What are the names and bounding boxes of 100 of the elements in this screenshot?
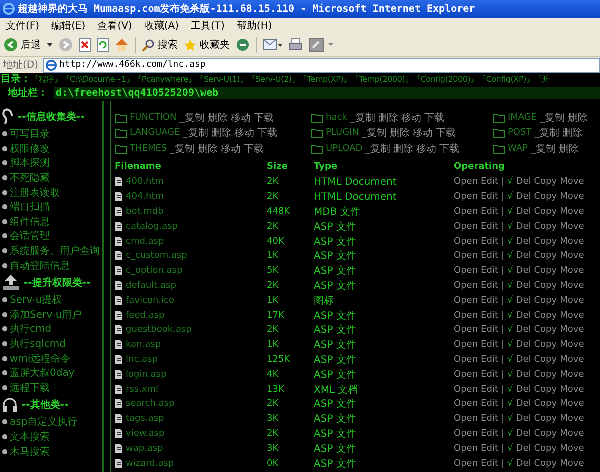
folder-action-link[interactable]: 删除: [390, 126, 410, 140]
folder-action-link[interactable]: 移动: [234, 126, 254, 140]
operation-link[interactable]: Move: [560, 251, 584, 262]
file-name-link[interactable]: cmd.asp: [126, 236, 164, 247]
home-icon[interactable]: [115, 38, 129, 52]
folder-action-link[interactable]: 删除: [559, 142, 579, 156]
operation-link[interactable]: Del: [516, 399, 532, 410]
print-icon[interactable]: [289, 38, 303, 52]
folder-link[interactable]: PLUGIN: [326, 128, 359, 138]
sidebar-link[interactable]: 系统服务、用户查询: [10, 244, 100, 258]
select-link[interactable]: √: [508, 280, 514, 291]
operation-link[interactable]: Move: [560, 325, 584, 336]
select-link[interactable]: √: [508, 310, 514, 321]
folder-action-link[interactable]: 删除: [562, 126, 583, 140]
operation-link[interactable]: Move: [560, 296, 584, 306]
folder-action-link[interactable]: 删除: [211, 126, 232, 140]
operation-link[interactable]: Edit: [481, 458, 498, 469]
operation-link[interactable]: Open: [454, 325, 478, 336]
directory-link[interactable]: 『Config(XP)』: [478, 74, 534, 84]
operation-link[interactable]: Open: [454, 354, 478, 365]
sidebar-link[interactable]: 自动登陆信息: [10, 258, 70, 273]
menu-item[interactable]: 文件(F): [6, 19, 40, 33]
operation-link[interactable]: Move: [560, 177, 584, 188]
operation-link[interactable]: Open: [454, 280, 478, 291]
folder-action-link[interactable]: _复制: [534, 126, 560, 140]
folder-action-link[interactable]: _复制: [540, 110, 566, 124]
select-link[interactable]: √: [508, 266, 514, 276]
operation-link[interactable]: Move: [560, 192, 584, 202]
folder-action-link[interactable]: 移动: [412, 126, 433, 140]
select-link[interactable]: √: [508, 428, 514, 439]
select-link[interactable]: √: [508, 444, 514, 454]
operation-link[interactable]: Edit: [481, 414, 498, 424]
sidebar-link[interactable]: wmi远程命令: [10, 352, 71, 366]
operation-link[interactable]: Open: [454, 384, 478, 395]
operation-link[interactable]: Move: [560, 280, 584, 291]
menu-item[interactable]: 收藏(A): [144, 19, 179, 33]
sidebar-link[interactable]: 端口扫描: [10, 200, 50, 214]
operation-link[interactable]: Del: [516, 236, 532, 247]
sidebar-link[interactable]: 添加Serv-u用户: [10, 308, 82, 322]
stop-icon[interactable]: [79, 38, 91, 52]
operation-link[interactable]: Edit: [481, 399, 498, 410]
select-link[interactable]: √: [508, 177, 514, 188]
sidebar-link[interactable]: 脚本探测: [10, 156, 50, 170]
operation-link[interactable]: Del: [516, 444, 532, 454]
folder-action-link[interactable]: 删除: [568, 110, 588, 124]
folder-action-link[interactable]: _复制: [366, 142, 391, 156]
operation-link[interactable]: Move: [560, 340, 584, 350]
operation-link[interactable]: Open: [454, 444, 478, 454]
folder-action-link[interactable]: _复制: [350, 110, 376, 124]
sidebar-link[interactable]: 远程下载: [10, 380, 50, 395]
operation-link[interactable]: Move: [560, 414, 584, 424]
favorites-button[interactable]: 收藏夹: [184, 38, 230, 52]
operation-link[interactable]: Edit: [481, 177, 498, 188]
operation-link[interactable]: Move: [560, 444, 584, 454]
select-link[interactable]: √: [508, 296, 514, 306]
operation-link[interactable]: Open: [454, 458, 478, 469]
operation-link[interactable]: Del: [516, 340, 532, 350]
operation-link[interactable]: Del: [516, 325, 532, 336]
operation-link[interactable]: Copy: [534, 266, 558, 276]
operation-link[interactable]: Open: [454, 310, 478, 321]
operation-link[interactable]: Copy: [534, 399, 558, 410]
operation-link[interactable]: Del: [516, 206, 532, 217]
file-name-link[interactable]: favicon.ico: [126, 296, 174, 306]
folder-link[interactable]: IMAGE: [508, 112, 538, 122]
operation-link[interactable]: Move: [560, 354, 584, 365]
operation-link[interactable]: Del: [516, 310, 532, 321]
folder-link[interactable]: hack: [326, 112, 348, 122]
select-link[interactable]: √: [508, 206, 514, 217]
operation-link[interactable]: Copy: [534, 296, 558, 306]
menu-item[interactable]: 工具(T): [191, 19, 225, 33]
select-link[interactable]: √: [508, 399, 514, 410]
operation-link[interactable]: Edit: [481, 370, 498, 380]
operation-link[interactable]: Del: [516, 222, 532, 232]
select-link[interactable]: √: [508, 325, 514, 336]
operation-link[interactable]: Edit: [481, 236, 498, 247]
select-link[interactable]: √: [508, 384, 514, 395]
folder-action-link[interactable]: 移动: [401, 110, 422, 124]
operation-link[interactable]: Edit: [481, 428, 498, 439]
sidebar-link[interactable]: 不死隐藏: [10, 171, 50, 186]
operation-link[interactable]: Copy: [534, 236, 558, 247]
operation-link[interactable]: Copy: [534, 325, 558, 336]
directory-link[interactable]: 『Pcanywhere』: [134, 74, 196, 84]
operation-link[interactable]: Copy: [534, 444, 558, 454]
back-button[interactable]: 后退: [4, 38, 41, 52]
menu-item[interactable]: 查看(V): [98, 19, 132, 33]
operation-link[interactable]: Edit: [481, 192, 498, 202]
operation-link[interactable]: Del: [516, 296, 532, 306]
operation-link[interactable]: Copy: [534, 251, 558, 262]
operation-link[interactable]: Del: [516, 370, 532, 380]
operation-link[interactable]: Del: [516, 458, 532, 469]
operation-link[interactable]: Edit: [481, 251, 498, 262]
file-name-link[interactable]: c_custom.asp: [126, 251, 188, 262]
edit-icon[interactable]: [309, 38, 335, 52]
folder-link[interactable]: WAP: [508, 144, 528, 154]
operation-link[interactable]: Del: [516, 192, 532, 202]
operation-link[interactable]: Edit: [481, 266, 498, 276]
operation-link[interactable]: Copy: [534, 354, 558, 365]
sidebar-link[interactable]: 权限修改: [10, 142, 50, 156]
operation-link[interactable]: Move: [560, 222, 584, 232]
operation-link[interactable]: Copy: [534, 192, 558, 202]
